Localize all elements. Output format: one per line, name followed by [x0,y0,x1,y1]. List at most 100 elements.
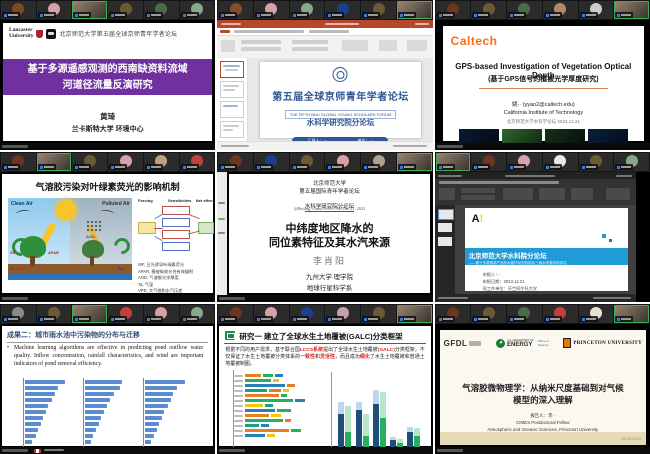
participant-thumbnail[interactable] [1,305,36,323]
participant-thumbnail[interactable] [579,1,614,19]
participant-thumbnail[interactable] [72,1,107,19]
participant-thumbnail[interactable] [254,153,289,171]
importance-bar [85,434,93,438]
participant-thumbnail[interactable] [290,1,325,19]
ppt-ribbon-tabs[interactable] [217,28,432,36]
participant-name-label [219,164,237,170]
princeton-shield-icon [563,338,571,348]
participant-thumbnail[interactable] [471,305,506,323]
importance-bar [145,398,171,402]
participant-thumbnail[interactable] [37,305,72,323]
area-bar-chart [331,372,424,449]
importance-bar [145,386,178,390]
importance-bar [145,422,160,426]
ppt-dark-thumbnail-panel[interactable] [435,205,455,294]
participant-name-label [181,164,199,170]
participant-thumbnail[interactable] [325,153,360,171]
participant-name-label [362,316,380,322]
talk-title-line2: 模型的深入理解 [440,394,646,406]
participant-thumbnail[interactable] [180,1,215,19]
participant-thumbnail[interactable] [507,305,542,323]
participant-thumbnail[interactable] [397,305,432,323]
participant-thumbnail[interactable] [361,1,396,19]
participant-thumbnail[interactable] [144,305,179,323]
participant-name-label [326,164,344,170]
ppt-titlebar[interactable] [217,20,432,28]
ppt-ribbon[interactable] [217,36,432,59]
participant-thumbnail[interactable] [543,153,578,171]
forum-header: 北京师范大学第五届全球京师青年学者论坛 [59,29,177,38]
participant-name-label [181,316,199,322]
participant-thumbnail[interactable] [180,305,215,323]
participant-thumbnail[interactable] [108,1,143,19]
participant-thumbnail[interactable] [254,1,289,19]
participant-thumbnail[interactable] [436,1,471,19]
meeting-tile-5: 北京师范大学 第五届国际青年学者论坛 水科学研究院分论坛 @Beijing, C… [217,152,432,302]
participant-thumbnail[interactable] [1,1,36,19]
importance-bar [25,422,41,426]
ppt-thumbnail-panel[interactable] [217,58,248,142]
ppt-statusbar[interactable] [217,141,432,150]
participant-thumbnail[interactable] [37,153,72,171]
bnu-seal-icon [333,67,348,82]
presenter-name: 黄琦 [3,111,212,122]
participant-thumbnail[interactable] [144,1,179,19]
participant-thumbnail[interactable] [218,305,253,323]
aalto-slide: A! 北京师范大学水科院分论坛 ——基于多源遥感产品的水循环动态机制及三维水资源… [465,208,628,291]
participant-thumbnail[interactable] [1,153,36,171]
ppt-dark-titlebar[interactable] [435,172,636,179]
participant-thumbnail[interactable] [218,153,253,171]
share-status-bar [217,447,432,454]
participant-thumbnail[interactable] [579,305,614,323]
footer-band: 2023/12/20 [440,432,646,445]
participant-thumbnail[interactable] [543,305,578,323]
ppt-dark-statusbar[interactable] [435,294,636,302]
participant-thumbnail[interactable] [471,153,506,171]
participant-thumbnail[interactable] [108,305,143,323]
sun-icon [56,200,76,220]
participant-thumbnail[interactable] [471,1,506,19]
participant-thumbnail[interactable] [507,153,542,171]
participant-name-label [145,164,163,170]
slide-title: 成果二：城市雨水池中污染物的分布与迁移 [7,330,208,343]
participant-thumbnail[interactable] [436,153,471,171]
talk-subtitle-cn: (基于GPS信号的植被光学厚度研究) [447,74,640,84]
participant-thumbnail[interactable] [325,305,360,323]
participant-thumbnail[interactable] [436,305,471,323]
participant-thumbnail[interactable] [290,153,325,171]
participant-thumbnail[interactable] [144,153,179,171]
participant-filmstrip [217,304,432,324]
importance-bar [25,434,36,438]
importance-bar [25,404,49,408]
participant-thumbnail[interactable] [507,1,542,19]
participant-thumbnail[interactable] [614,1,649,19]
participant-thumbnail[interactable] [579,153,614,171]
participant-thumbnail[interactable] [254,305,289,323]
importance-bar [25,398,52,402]
participant-thumbnail[interactable] [180,153,215,171]
importance-bar [85,404,108,408]
participant-thumbnail[interactable] [290,305,325,323]
participant-thumbnail[interactable] [361,153,396,171]
participant-thumbnail[interactable] [614,305,649,323]
participant-thumbnail[interactable] [72,153,107,171]
participant-thumbnail[interactable] [361,305,396,323]
participant-thumbnail[interactable] [397,1,432,19]
ppt-dark-ribbon[interactable] [435,179,636,206]
lancaster-logo: LancasterUniversity [9,28,33,40]
participant-thumbnail[interactable] [108,153,143,171]
participant-thumbnail[interactable] [72,305,107,323]
participant-thumbnail[interactable] [543,1,578,19]
participant-thumbnail[interactable] [325,1,360,19]
participant-thumbnail[interactable] [37,1,72,19]
participant-name-label [38,12,56,18]
participant-name-label [73,164,91,170]
participant-thumbnail[interactable] [218,1,253,19]
participant-name-label [109,164,127,170]
caltech-slide: Caltech GPS-based Investigation of Veget… [443,26,644,141]
participant-thumbnail[interactable] [614,153,649,171]
participant-name-label [38,164,56,170]
participant-name-label [326,12,344,18]
participant-filmstrip [0,152,215,172]
participant-thumbnail[interactable] [397,153,432,171]
